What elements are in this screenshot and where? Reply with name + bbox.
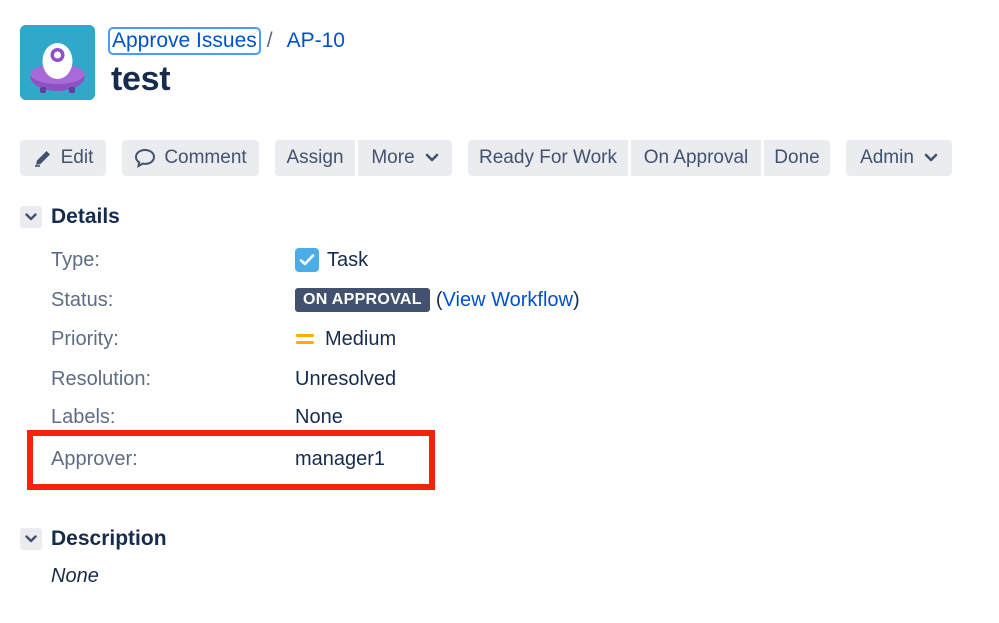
ready-for-work-button[interactable]: Ready For Work <box>468 140 628 176</box>
details-section-title: Details <box>51 205 120 228</box>
admin-button-label: Admin <box>860 147 914 168</box>
edit-button-label: Edit <box>60 147 94 168</box>
collapse-chevron-icon[interactable] <box>20 528 42 550</box>
breadcrumb-issue-key-link[interactable]: AP-10 <box>287 29 345 53</box>
field-label: Type: <box>51 248 100 271</box>
on-approval-label: On Approval <box>643 147 749 168</box>
edit-button[interactable]: Edit <box>20 140 106 176</box>
field-row-type: Type: Task <box>51 246 651 274</box>
description-section-header[interactable]: Description <box>20 527 167 551</box>
task-checkbox-icon <box>295 248 319 272</box>
more-dropdown-button[interactable]: More <box>358 140 452 176</box>
priority-value: Medium <box>325 327 397 350</box>
admin-dropdown-button[interactable]: Admin <box>846 140 952 176</box>
field-row-priority: Priority: Medium <box>51 325 651 353</box>
chevron-down-icon <box>425 153 439 163</box>
field-row-status: Status: ON APPROVAL (View Workflow) <box>51 286 651 314</box>
breadcrumb: Approve Issues / AP-10 <box>108 26 345 56</box>
field-label: Priority: <box>51 327 119 350</box>
paren-open: ( <box>435 288 443 311</box>
field-value-status: ON APPROVAL (View Workflow) <box>295 288 580 312</box>
on-approval-button[interactable]: On Approval <box>631 140 761 176</box>
ready-for-work-label: Ready For Work <box>479 147 617 168</box>
type-value: Task <box>327 248 369 271</box>
more-button-label: More <box>371 147 415 168</box>
field-row-labels: Labels: None <box>51 403 651 431</box>
project-avatar[interactable] <box>20 25 95 100</box>
pencil-icon <box>33 148 53 168</box>
chevron-down-icon <box>924 153 938 163</box>
view-workflow-link[interactable]: View Workflow <box>443 289 573 312</box>
done-button[interactable]: Done <box>764 140 830 176</box>
field-label: Resolution: <box>51 367 152 390</box>
details-section-header[interactable]: Details <box>20 205 120 229</box>
field-row-resolution: Resolution: Unresolved <box>51 365 651 393</box>
done-label: Done <box>774 147 820 168</box>
field-value-priority: Medium <box>295 328 396 351</box>
field-label: Labels: <box>51 405 116 428</box>
comment-button-label: Comment <box>164 147 247 168</box>
field-value-type: Task <box>295 248 368 272</box>
approver-highlight-box <box>27 430 435 490</box>
resolution-value: Unresolved <box>295 367 397 390</box>
paren-close: ) <box>572 288 580 311</box>
priority-medium-icon <box>295 332 315 346</box>
field-label: Status: <box>51 288 114 311</box>
collapse-chevron-icon[interactable] <box>20 206 42 228</box>
description-section-title: Description <box>51 527 167 550</box>
breadcrumb-separator: / <box>266 29 273 52</box>
breadcrumb-project-link[interactable]: Approve Issues <box>108 27 261 55</box>
assign-button-label: Assign <box>286 147 344 168</box>
comment-icon <box>134 147 156 169</box>
status-badge: ON APPROVAL <box>295 288 430 312</box>
project-avatar-icon <box>20 25 95 100</box>
comment-button[interactable]: Comment <box>122 140 259 176</box>
assign-button[interactable]: Assign <box>275 140 355 176</box>
page-title[interactable]: test <box>111 60 171 99</box>
description-value[interactable]: None <box>51 565 99 588</box>
labels-value[interactable]: None <box>295 406 343 429</box>
